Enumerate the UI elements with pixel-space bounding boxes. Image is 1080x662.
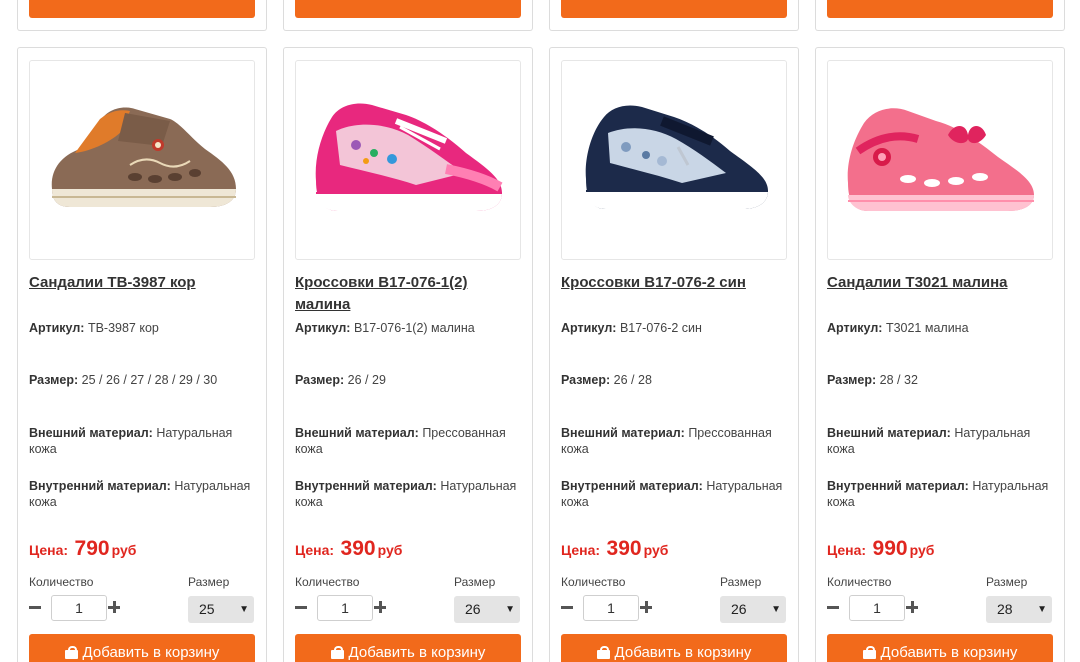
- add-to-cart-button[interactable]: Добавить в корзину: [295, 634, 521, 662]
- add-to-cart-button[interactable]: Добавить в корзину: [561, 0, 787, 18]
- product-title-link[interactable]: Сандалии ТВ-3987 кор: [29, 272, 257, 294]
- chevron-down-icon: ▼: [239, 604, 249, 615]
- product-article: Артикул: Т3021 малина: [827, 321, 969, 335]
- product-title-link[interactable]: Сандалии Т3021 малина: [827, 272, 1055, 294]
- size-label: Размер: [188, 575, 230, 589]
- quantity-input[interactable]: 1: [51, 595, 107, 621]
- product-card: Кроссовки В17-076-2 син Артикул: В17-076…: [549, 47, 799, 662]
- product-image[interactable]: [29, 60, 255, 260]
- add-to-cart-button[interactable]: Добавить в корзину: [827, 0, 1053, 18]
- product-outer-material: Внешний материал: Прессованная кожа: [295, 426, 506, 456]
- quantity-input[interactable]: 1: [317, 595, 373, 621]
- add-to-cart-button[interactable]: Добавить в корзину: [29, 0, 255, 18]
- shopping-bag-icon: [64, 646, 78, 659]
- product-price: Цена: 990 руб: [827, 537, 935, 560]
- product-card: Сандалии Т3021 малина Артикул: Т3021 мал…: [815, 47, 1065, 662]
- shopping-bag-icon: [862, 646, 876, 659]
- product-card: Сандалии ТВ-3987 кор Артикул: ТВ-3987 ко…: [17, 47, 267, 662]
- size-select[interactable]: 26 ▼: [720, 596, 786, 623]
- plus-icon[interactable]: [107, 600, 121, 614]
- product-article: Артикул: ТВ-3987 кор: [29, 321, 159, 335]
- minus-icon[interactable]: [295, 600, 309, 614]
- chevron-down-icon: ▼: [771, 604, 781, 615]
- quantity-label: Количество: [827, 575, 892, 589]
- product-inner-material: Внутренний материал: Натуральная кожа: [827, 479, 1049, 509]
- minus-icon[interactable]: [827, 600, 841, 614]
- minus-icon[interactable]: [561, 600, 575, 614]
- sandal-pink-image: [847, 108, 1034, 211]
- product-image[interactable]: [561, 60, 787, 260]
- quantity-input[interactable]: 1: [849, 595, 905, 621]
- add-to-cart-button[interactable]: Добавить в корзину: [29, 634, 255, 662]
- product-image[interactable]: [295, 60, 521, 260]
- previous-products-row: Добавить в корзину Добавить в корзину До…: [0, 0, 1080, 31]
- product-price: Цена: 390 руб: [561, 537, 669, 560]
- previous-product-card: Добавить в корзину: [549, 0, 799, 31]
- size-select[interactable]: 25 ▼: [188, 596, 254, 623]
- previous-product-card: Добавить в корзину: [815, 0, 1065, 31]
- shopping-bag-icon: [596, 646, 610, 659]
- product-outer-material: Внешний материал: Натуральная кожа: [29, 426, 233, 456]
- shopping-bag-icon: [330, 646, 344, 659]
- quantity-input[interactable]: 1: [583, 595, 639, 621]
- plus-icon[interactable]: [905, 600, 919, 614]
- product-image[interactable]: [827, 60, 1053, 260]
- sneaker-navy-image: [585, 105, 768, 209]
- previous-product-card: Добавить в корзину: [283, 0, 533, 31]
- quantity-label: Количество: [561, 575, 626, 589]
- add-to-cart-button[interactable]: Добавить в корзину: [561, 634, 787, 662]
- size-select[interactable]: 28 ▼: [986, 596, 1052, 623]
- product-sizes: Размер: 26 / 28: [561, 373, 652, 387]
- chevron-down-icon: ▼: [1037, 604, 1047, 615]
- product-outer-material: Внешний материал: Натуральная кожа: [827, 426, 1031, 456]
- product-outer-material: Внешний материал: Прессованная кожа: [561, 426, 772, 456]
- add-to-cart-button[interactable]: Добавить в корзину: [295, 0, 521, 18]
- plus-icon[interactable]: [639, 600, 653, 614]
- chevron-down-icon: ▼: [505, 604, 515, 615]
- product-sizes: Размер: 25 / 26 / 27 / 28 / 29 / 30: [29, 373, 218, 387]
- quantity-label: Количество: [29, 575, 94, 589]
- plus-icon[interactable]: [373, 600, 387, 614]
- product-inner-material: Внутренний материал: Натуральная кожа: [561, 479, 783, 509]
- product-article: Артикул: В17-076-1(2) малина: [295, 321, 475, 335]
- product-card: Кроссовки В17-076-1(2) малина Артикул: В…: [283, 47, 533, 662]
- product-title-link[interactable]: Кроссовки В17-076-1(2) малина: [295, 272, 523, 316]
- minus-icon[interactable]: [29, 600, 43, 614]
- product-price: Цена: 390 руб: [295, 537, 403, 560]
- product-price: Цена: 790 руб: [29, 537, 137, 560]
- previous-product-card: Добавить в корзину: [17, 0, 267, 31]
- size-label: Размер: [454, 575, 496, 589]
- size-select[interactable]: 26 ▼: [454, 596, 520, 623]
- add-to-cart-button[interactable]: Добавить в корзину: [827, 634, 1053, 662]
- size-label: Размер: [720, 575, 762, 589]
- product-sizes: Размер: 26 / 29: [295, 373, 386, 387]
- product-inner-material: Внутренний материал: Натуральная кожа: [295, 479, 517, 509]
- size-label: Размер: [986, 575, 1028, 589]
- quantity-label: Количество: [295, 575, 360, 589]
- product-sizes: Размер: 28 / 32: [827, 373, 918, 387]
- sneaker-pink-image: [315, 103, 503, 211]
- product-article: Артикул: В17-076-2 син: [561, 321, 702, 335]
- product-title-link[interactable]: Кроссовки В17-076-2 син: [561, 272, 789, 294]
- product-inner-material: Внутренний материал: Натуральная кожа: [29, 479, 251, 509]
- sandal-brown-image: [51, 107, 236, 207]
